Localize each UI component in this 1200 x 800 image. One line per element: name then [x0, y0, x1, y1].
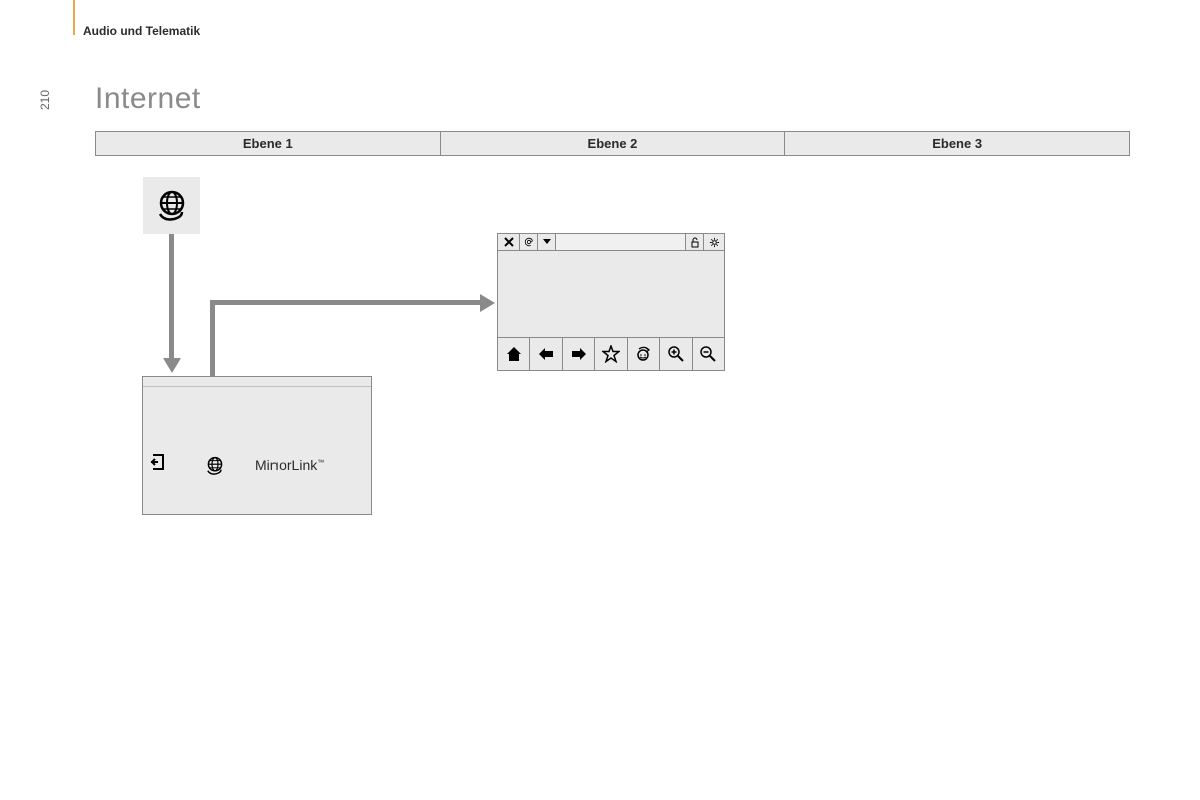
level-2-header: Ebene 2 [440, 132, 785, 156]
arrowhead-right [480, 294, 495, 312]
page-title: Internet [95, 82, 201, 116]
menu-panel-header [143, 377, 371, 387]
arrowhead-down [163, 358, 181, 373]
internet-main-icon[interactable] [143, 177, 200, 234]
flow-arrow-down [169, 234, 174, 360]
unlock-icon [690, 237, 700, 248]
levels-header-table: Ebene 1 Ebene 2 Ebene 3 [95, 131, 1130, 156]
browser-close-button[interactable] [498, 234, 520, 250]
browser-url-field[interactable] [556, 234, 686, 250]
browser-bottom-bar [498, 337, 724, 370]
menu-panel: MirrorLink™ [142, 376, 372, 515]
browser-home-button[interactable] [498, 338, 530, 370]
level-1-header: Ebene 1 [96, 132, 441, 156]
close-icon [504, 237, 514, 247]
browser-zoom-in-button[interactable] [660, 338, 692, 370]
browser-at-button[interactable] [520, 234, 538, 250]
globe-hand-icon[interactable] [203, 454, 227, 478]
gear-icon [709, 237, 720, 248]
section-marker [73, 0, 75, 35]
browser-back-button[interactable] [530, 338, 562, 370]
at-icon [524, 237, 534, 247]
arrow-right-icon [570, 347, 588, 361]
zoom-in-icon [667, 345, 685, 363]
browser-content-area [498, 251, 724, 337]
browser-refresh-button[interactable] [628, 338, 660, 370]
arrow-left-icon [537, 347, 555, 361]
browser-favorite-button[interactable] [595, 338, 627, 370]
browser-forward-button[interactable] [563, 338, 595, 370]
browser-dropdown-button[interactable] [538, 234, 556, 250]
globe-hand-icon [152, 186, 192, 226]
level-3-header: Ebene 3 [785, 132, 1130, 156]
browser-zoom-out-button[interactable] [693, 338, 724, 370]
refresh-icon [634, 345, 652, 363]
chevron-down-icon [542, 238, 552, 246]
browser-top-bar [498, 234, 724, 251]
browser-lock-button[interactable] [686, 234, 704, 250]
breadcrumb: Audio und Telematik [83, 24, 200, 38]
star-icon [602, 345, 620, 363]
home-icon [505, 345, 523, 363]
exit-icon[interactable] [149, 454, 165, 470]
browser-settings-button[interactable] [704, 234, 724, 250]
flow-arrow-horizontal [210, 300, 482, 305]
mirrorlink-label[interactable]: MirrorLink™ [255, 457, 324, 473]
zoom-out-icon [699, 345, 717, 363]
page-number: 210 [38, 90, 52, 110]
browser-panel [497, 233, 725, 371]
